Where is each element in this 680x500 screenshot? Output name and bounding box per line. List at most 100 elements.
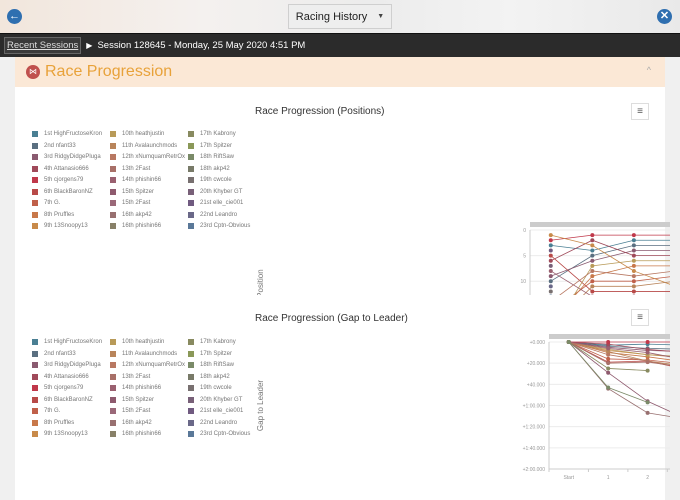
- legend-item[interactable]: 14th phishin66: [110, 177, 161, 183]
- legend-item[interactable]: 23rd Cptn-Obvious: [188, 223, 250, 229]
- legend-item[interactable]: 17th Spitzer: [188, 350, 233, 357]
- legend-item[interactable]: 4th Attanasio666: [32, 373, 89, 380]
- legend-item[interactable]: 6th BlackBaronNZ: [32, 188, 93, 195]
- legend-item[interactable]: 14th phishin66: [110, 385, 161, 391]
- legend-swatch: [110, 350, 116, 357]
- legend-item[interactable]: 15th Spitzer: [110, 396, 155, 403]
- x-tick-label: 2: [646, 475, 649, 481]
- legend-item[interactable]: 11th Avalaunchmods: [110, 350, 178, 357]
- collapse-chevron-icon[interactable]: ^: [647, 65, 651, 75]
- breadcrumb-recent-sessions-link[interactable]: Recent Sessions: [4, 37, 82, 54]
- legend-swatch: [188, 211, 194, 218]
- legend-item[interactable]: 15th Spitzer: [110, 188, 154, 195]
- legend-item[interactable]: 2nd nfant33: [32, 350, 76, 357]
- data-point: [548, 284, 553, 289]
- legend-item[interactable]: 21st elle_cie001: [188, 200, 243, 206]
- legend-item[interactable]: 5th cjorgens79: [32, 385, 83, 391]
- legend-item[interactable]: 17th Spitzer: [188, 142, 232, 149]
- legend-item[interactable]: 16th phishin66: [110, 223, 161, 229]
- legend-item[interactable]: 15th 2Fast: [110, 200, 150, 206]
- legend-item[interactable]: 12th xNumquamRetrOx: [110, 154, 185, 160]
- legend-label: 15th Spitzer: [122, 396, 155, 403]
- legend-swatch: [110, 154, 116, 160]
- legend-item[interactable]: 3rd RidgyDidgePluga: [32, 362, 101, 368]
- close-icon[interactable]: ✕: [657, 9, 672, 24]
- legend-item[interactable]: 23rd Cptn-Obvious: [188, 431, 250, 437]
- legend-label: 18th RiftSaw: [200, 362, 235, 368]
- legend-item[interactable]: 7th G.: [32, 200, 60, 206]
- legend-label: 17th Spitzer: [200, 350, 233, 357]
- legend-label: 18th akp42: [200, 165, 230, 172]
- legend-swatch: [110, 408, 116, 414]
- legend-swatch: [188, 165, 194, 172]
- legend-item[interactable]: 11th Avalaunchmods: [110, 142, 177, 149]
- legend-item[interactable]: 6th BlackBaronNZ: [32, 396, 93, 403]
- legend-item[interactable]: 7th G.: [32, 408, 60, 414]
- legend-label: 8th Pruffles: [44, 419, 75, 426]
- legend-label: 20th Khyber GT: [200, 396, 243, 403]
- legend-swatch: [188, 154, 194, 160]
- legend-item[interactable]: 12th xNumquamRetrOx: [110, 362, 185, 368]
- legend-item[interactable]: 21st elle_cie001: [188, 408, 243, 414]
- legend-item[interactable]: 10th heathjustin: [110, 131, 164, 137]
- data-point: [645, 340, 650, 344]
- racing-history-select[interactable]: Racing History ▼: [288, 4, 392, 29]
- legend-item[interactable]: 19th cwcole: [188, 177, 232, 183]
- legend-item[interactable]: 4th Attanasio666: [32, 165, 89, 172]
- legend-item[interactable]: 2nd nfant33: [32, 142, 76, 149]
- legend-label: 13th 2Fast: [122, 165, 151, 172]
- legend-item[interactable]: 17th Kabrony: [188, 131, 236, 137]
- data-point: [631, 253, 636, 258]
- data-point: [590, 243, 595, 248]
- data-point: [631, 279, 636, 284]
- legend-label: 21st elle_cie001: [200, 408, 244, 414]
- legend-item[interactable]: 15th 2Fast: [110, 408, 150, 414]
- legend-label: 1st HighFructoseKron: [44, 131, 103, 137]
- data-point: [606, 370, 611, 375]
- legend-label: 17th Kabrony: [200, 339, 236, 345]
- legend-item[interactable]: 16th akp42: [110, 211, 152, 218]
- positions-chart: Race Progression (Positions) ≡ 051015202…: [250, 95, 670, 295]
- legend-item[interactable]: 18th akp42: [188, 165, 230, 172]
- arrow-left-icon[interactable]: ←: [7, 9, 22, 24]
- legend-swatch: [32, 200, 38, 206]
- legend-item[interactable]: 16th akp42: [110, 419, 152, 426]
- legend-swatch: [32, 131, 38, 137]
- legend-item[interactable]: 5th cjorgens79: [32, 177, 83, 183]
- legend-label: 14th phishin66: [122, 177, 162, 183]
- legend-item[interactable]: 18th RiftSaw: [188, 154, 234, 160]
- legend-item[interactable]: 18th akp42: [188, 373, 230, 380]
- data-point: [631, 289, 636, 294]
- legend-label: 5th cjorgens79: [44, 177, 84, 183]
- legend-label: 11th Avalaunchmods: [122, 350, 178, 357]
- legend-item[interactable]: 9th 13Snoopy13: [32, 431, 88, 437]
- legend-item[interactable]: 10th heathjustin: [110, 339, 164, 345]
- data-point: [590, 233, 595, 238]
- y-tick-label: +40.000: [527, 382, 545, 388]
- legend-item[interactable]: 16th phishin66: [110, 431, 161, 437]
- data-point: [606, 352, 611, 357]
- legend-item[interactable]: 1st HighFructoseKron: [32, 339, 102, 345]
- legend-item[interactable]: 13th 2Fast: [110, 373, 150, 380]
- legend-item[interactable]: 8th Pruffles: [32, 211, 74, 218]
- legend-item[interactable]: 17th Kabrony: [188, 339, 236, 345]
- panel-header[interactable]: ⋈ Race Progression ^: [15, 57, 665, 87]
- legend-item[interactable]: 8th Pruffles: [32, 419, 75, 426]
- legend-swatch: [32, 362, 38, 368]
- y-tick-label: 0: [523, 228, 526, 234]
- legend-item[interactable]: 9th 13Snoopy13: [32, 223, 88, 229]
- data-point: [606, 346, 611, 351]
- legend-item[interactable]: 22nd Leandro: [188, 419, 237, 426]
- legend-item[interactable]: 13th 2Fast: [110, 165, 151, 172]
- legend-item[interactable]: 3rd RidgyDidgePluga: [32, 154, 101, 160]
- y-tick-label: +1:00.000: [523, 404, 546, 410]
- legend-item[interactable]: 1st HighFructoseKron: [32, 131, 102, 137]
- legend-item[interactable]: 18th RiftSaw: [188, 362, 234, 368]
- legend-item[interactable]: 20th Khyber GT: [188, 188, 242, 195]
- legend-swatch: [188, 408, 194, 414]
- legend-item[interactable]: 22nd Leandro: [188, 211, 237, 218]
- data-point: [548, 274, 553, 279]
- series-line: [568, 341, 670, 361]
- legend-item[interactable]: 20th Khyber GT: [188, 396, 243, 403]
- legend-item[interactable]: 19th cwcole: [188, 385, 232, 391]
